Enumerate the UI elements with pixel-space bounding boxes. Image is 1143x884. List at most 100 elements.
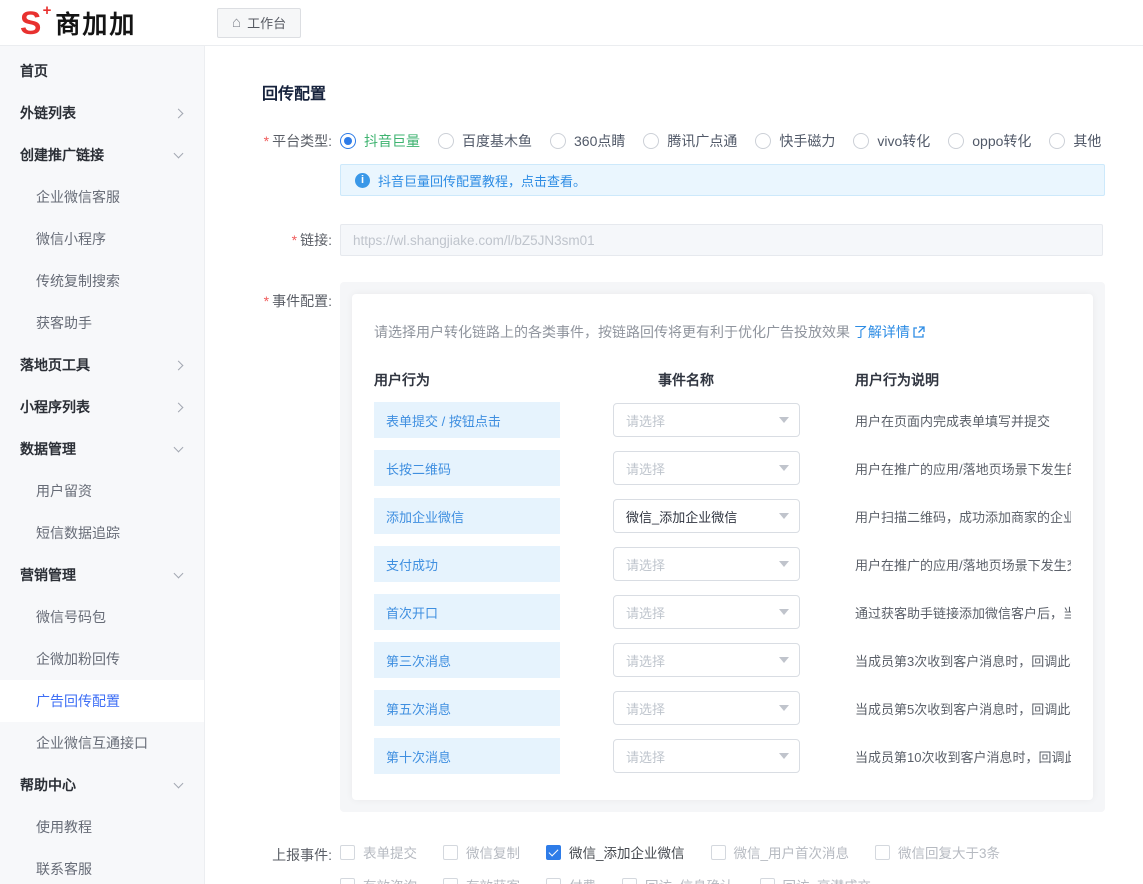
sidebar-item-home[interactable]: 首页 [0, 50, 204, 92]
event-select[interactable]: 请选择 [613, 739, 800, 773]
sidebar-item-wecom-fan-callback[interactable]: 企微加粉回传 [0, 638, 204, 680]
platform-type-label: *平台类型: [205, 130, 340, 152]
checkbox-valid-lead[interactable]: 有效获客 [443, 875, 520, 884]
chevron-down-icon [174, 779, 184, 789]
event-select[interactable]: 请选择 [613, 403, 800, 437]
sidebar-item-ad-callback-config[interactable]: 广告回传配置 [0, 680, 204, 722]
event-select[interactable]: 微信_添加企业微信 [613, 499, 800, 533]
external-link-icon [912, 326, 925, 339]
col-user-behavior: 用户行为 [374, 370, 560, 390]
sidebar-item-copy-search[interactable]: 传统复制搜索 [0, 260, 204, 302]
checkbox-icon [875, 845, 890, 860]
dropdown-arrow-icon [779, 561, 789, 567]
workbench-tab[interactable]: ⌂ 工作台 [217, 8, 301, 38]
checkbox-checked-icon [546, 845, 561, 860]
behavior-description: 当成员第3次收到客户消息时，回调此事... [855, 651, 1071, 670]
behavior-description: 当成员第5次收到客户消息时，回调此事... [855, 699, 1071, 718]
checkbox-icon [711, 845, 726, 860]
event-select[interactable]: 请选择 [613, 595, 800, 629]
checkbox-revisit-info-confirm[interactable]: 回访_信息确认 [622, 875, 734, 884]
event-config-note: 请选择用户转化链路上的各类事件，按链路回传将更有利于优化广告投放效果 了解详情 [374, 322, 1071, 342]
logo-text: 商加加 [55, 5, 136, 41]
sidebar-item-miniprogram-list[interactable]: 小程序列表 [0, 386, 204, 428]
event-row-long-press-qr: 长按二维码 请选择 用户在推广的应用/落地页场景下发生的... [374, 450, 1071, 486]
event-config-panel: 请选择用户转化链路上的各类事件，按链路回传将更有利于优化广告投放效果 了解详情 … [340, 282, 1105, 812]
link-input[interactable] [340, 224, 1103, 256]
checkbox-icon [546, 878, 561, 884]
checkbox-icon [340, 845, 355, 860]
sidebar-item-wechat-number-pack[interactable]: 微信号码包 [0, 596, 204, 638]
radio-icon [643, 133, 659, 149]
event-select[interactable]: 请选择 [613, 547, 800, 581]
radio-tencent-guangdiantong[interactable]: 腾讯广点通 [643, 131, 737, 151]
checkbox-valid-consult[interactable]: 有效咨询 [340, 875, 417, 884]
page-title: 回传配置 [262, 80, 1143, 104]
radio-vivo[interactable]: vivo转化 [853, 131, 930, 151]
radio-baidu-jimuyu[interactable]: 百度基木鱼 [438, 131, 532, 151]
dropdown-arrow-icon [779, 465, 789, 471]
logo-s-icon: S+ [20, 7, 41, 39]
radio-icon [948, 133, 964, 149]
sidebar-item-external-links[interactable]: 外链列表 [0, 92, 204, 134]
sidebar-item-data-management[interactable]: 数据管理 [0, 428, 204, 470]
event-row-payment-success: 支付成功 请选择 用户在推广的应用/落地页场景下发生交... [374, 546, 1071, 582]
checkbox-wechat-add-wecom[interactable]: 微信_添加企业微信 [546, 842, 685, 862]
behavior-cell[interactable]: 第五次消息 [374, 690, 560, 726]
event-config-row: *事件配置: 请选择用户转化链路上的各类事件，按链路回传将更有利于优化广告投放效… [205, 282, 1143, 812]
home-icon: ⌂ [232, 15, 241, 30]
checkbox-wechat-copy[interactable]: 微信复制 [443, 842, 520, 862]
dropdown-arrow-icon [779, 753, 789, 759]
required-asterisk: * [264, 293, 269, 309]
sidebar-item-wecom-interop-api[interactable]: 企业微信互通接口 [0, 722, 204, 764]
sidebar-item-help-center[interactable]: 帮助中心 [0, 764, 204, 806]
event-select[interactable]: 请选择 [613, 643, 800, 677]
report-events-label: 上报事件: [205, 842, 340, 866]
col-behavior-desc: 用户行为说明 [855, 370, 1071, 390]
checkbox-form-submit[interactable]: 表单提交 [340, 842, 417, 862]
sidebar-item-tutorials[interactable]: 使用教程 [0, 806, 204, 848]
checkbox-payment[interactable]: 付费 [546, 875, 596, 884]
radio-icon [438, 133, 454, 149]
behavior-cell[interactable]: 添加企业微信 [374, 498, 560, 534]
sidebar-item-wechat-miniprogram[interactable]: 微信小程序 [0, 218, 204, 260]
required-asterisk: * [264, 133, 269, 149]
tutorial-notice-banner[interactable]: i 抖音巨量回传配置教程，点击查看。 [340, 164, 1105, 196]
behavior-cell[interactable]: 支付成功 [374, 546, 560, 582]
chevron-down-icon [174, 443, 184, 453]
sidebar-item-wecom-service[interactable]: 企业微信客服 [0, 176, 204, 218]
sidebar-item-marketing-management[interactable]: 营销管理 [0, 554, 204, 596]
behavior-cell[interactable]: 表单提交 / 按钮点击 [374, 402, 560, 438]
checkbox-wechat-reply-gt3[interactable]: 微信回复大于3条 [875, 842, 1000, 862]
chevron-down-icon [174, 569, 184, 579]
event-select[interactable]: 请选择 [613, 451, 800, 485]
link-row: *链接: [205, 224, 1143, 256]
dropdown-arrow-icon [779, 513, 789, 519]
report-checkbox-group: 表单提交 微信复制 微信_添加企业微信 微信_用户首次消息 微信回复大于3条 有… [340, 842, 1000, 884]
sidebar-item-landing-page-tools[interactable]: 落地页工具 [0, 344, 204, 386]
event-config-label: *事件配置: [205, 282, 340, 312]
sidebar-item-contact-support[interactable]: 联系客服 [0, 848, 204, 884]
radio-360-dianjing[interactable]: 360点睛 [550, 131, 625, 151]
behavior-cell[interactable]: 第三次消息 [374, 642, 560, 678]
sidebar-item-user-leads[interactable]: 用户留资 [0, 470, 204, 512]
sidebar-item-sms-tracking[interactable]: 短信数据追踪 [0, 512, 204, 554]
behavior-cell[interactable]: 首次开口 [374, 594, 560, 630]
learn-more-link[interactable]: 了解详情 [854, 324, 925, 340]
workbench-tab-label: 工作台 [247, 13, 286, 32]
radio-douyin-juliang[interactable]: 抖音巨量 [340, 131, 420, 151]
behavior-cell[interactable]: 长按二维码 [374, 450, 560, 486]
event-select[interactable]: 请选择 [613, 691, 800, 725]
required-asterisk: * [292, 232, 297, 248]
dropdown-arrow-icon [779, 657, 789, 663]
dropdown-arrow-icon [779, 705, 789, 711]
checkbox-revisit-high-potential[interactable]: 回访_高潜成交 [760, 875, 872, 884]
behavior-cell[interactable]: 第十次消息 [374, 738, 560, 774]
chevron-down-icon [174, 149, 184, 159]
sidebar-item-create-promo-link[interactable]: 创建推广链接 [0, 134, 204, 176]
radio-other[interactable]: 其他 [1049, 131, 1101, 151]
sidebar-item-customer-assistant[interactable]: 获客助手 [0, 302, 204, 344]
behavior-description: 用户在页面内完成表单填写并提交 [855, 411, 1071, 430]
checkbox-wechat-first-message[interactable]: 微信_用户首次消息 [711, 842, 850, 862]
radio-oppo[interactable]: oppo转化 [948, 131, 1031, 151]
radio-kuaishou-cili[interactable]: 快手磁力 [755, 131, 835, 151]
